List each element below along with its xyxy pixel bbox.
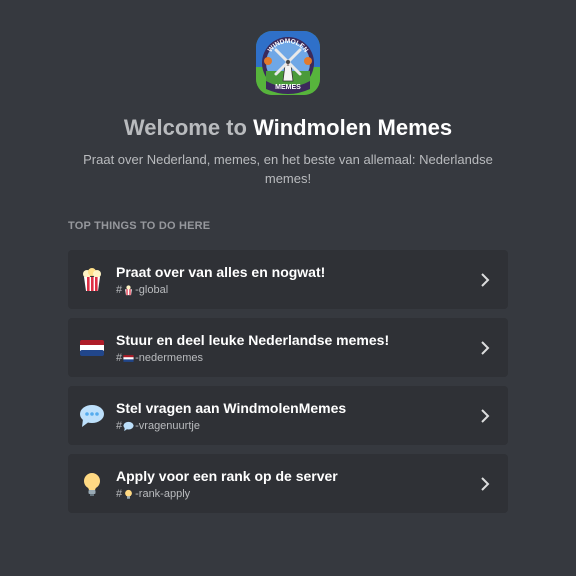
server-name: Windmolen Memes [253, 115, 453, 140]
netherlands-flag-icon [123, 353, 134, 364]
svg-text:MEMES: MEMES [275, 84, 301, 91]
speech-balloon-icon [79, 403, 105, 429]
channel-hash: # [116, 284, 123, 296]
todo-item-global[interactable]: Praat over van alles en nogwat! # -globa… [68, 250, 508, 309]
section-heading: TOP THINGS TO DO HERE [68, 220, 211, 232]
channel-hash: # [116, 352, 123, 364]
chevron-right-icon [480, 408, 490, 424]
todo-title: Apply voor een rank op de server [116, 468, 338, 484]
channel-hash: # [116, 420, 123, 432]
speech-balloon-icon [123, 421, 134, 432]
channel-hash: # [116, 488, 123, 500]
channel-name: -vragenuurtje [135, 420, 200, 432]
todo-item-nedermemes[interactable]: Stuur en deel leuke Nederlandse memes! #… [68, 318, 508, 377]
channel-link[interactable]: # -global [116, 284, 168, 297]
light-bulb-icon [123, 489, 134, 500]
chevron-right-icon [480, 476, 490, 492]
todo-title: Stel vragen aan WindmolenMemes [116, 400, 347, 416]
light-bulb-icon [79, 471, 105, 497]
welcome-title: Welcome to Windmolen Memes [0, 114, 576, 142]
channel-name: -nedermemes [135, 352, 203, 364]
welcome-prefix: Welcome to [123, 115, 247, 140]
channel-name: -global [135, 284, 169, 296]
server-icon: MEMES WINDMOLEN [256, 31, 320, 95]
todo-list: Praat over van alles en nogwat! # -globa… [68, 250, 508, 522]
channel-name: -rank-apply [135, 488, 191, 500]
popcorn-icon [79, 267, 105, 293]
todo-title: Praat over van alles en nogwat! [116, 264, 326, 280]
server-description: Praat over Nederland, memes, en het best… [83, 152, 493, 186]
channel-link[interactable]: # -rank-apply [116, 488, 190, 501]
todo-item-rank-apply[interactable]: Apply voor een rank op de server # -rank… [68, 454, 508, 513]
channel-link[interactable]: # -vragenuurtje [116, 420, 200, 433]
todo-item-vragenuurtje[interactable]: Stel vragen aan WindmolenMemes # -vragen… [68, 386, 508, 445]
todo-title: Stuur en deel leuke Nederlandse memes! [116, 332, 390, 348]
netherlands-flag-icon [79, 335, 105, 361]
chevron-right-icon [480, 272, 490, 288]
popcorn-icon [123, 285, 134, 296]
chevron-right-icon [480, 340, 490, 356]
channel-link[interactable]: # -nedermemes [116, 352, 203, 365]
